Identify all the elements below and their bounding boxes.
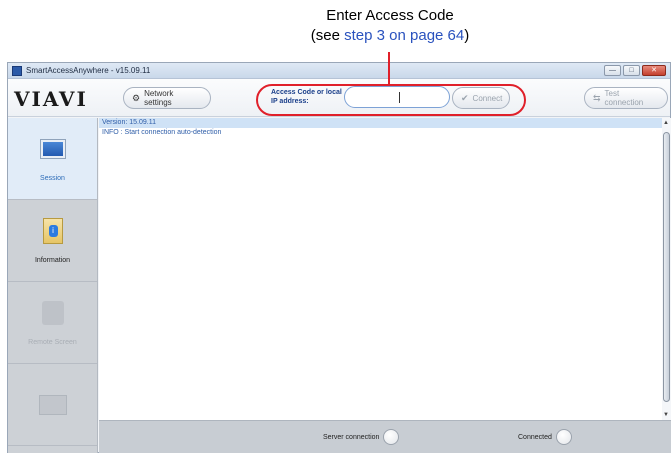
status-bar: Server connection Connected <box>99 420 671 453</box>
sidebar-item-session[interactable]: Session <box>8 118 97 200</box>
network-settings-button[interactable]: ⚙ Network settings <box>123 87 211 109</box>
annotation: Enter Access Code (see step 3 on page 64… <box>240 6 540 46</box>
sidebar-item-label: Remote Screen <box>28 339 77 346</box>
log-scrollbar[interactable]: ▲ ▼ <box>662 118 671 420</box>
close-button[interactable]: ✕ <box>642 65 666 76</box>
callout-highlight <box>256 84 526 116</box>
scroll-up-icon[interactable]: ▲ <box>663 120 669 126</box>
box-icon <box>38 391 67 419</box>
maximize-button[interactable]: □ <box>623 65 640 76</box>
sidebar-item-extra <box>8 364 97 446</box>
minimize-button[interactable]: — <box>604 65 621 76</box>
connected-indicator-icon <box>555 429 572 445</box>
network-test-icon: ⇆ <box>593 92 601 103</box>
info-icon: i <box>39 217 67 245</box>
app-icon <box>12 65 22 76</box>
log-panel: Version: 15.09.11 INFO : Start connectio… <box>99 118 662 420</box>
test-connection-label: Test connection <box>604 89 644 107</box>
sidebar-item-remote-screen: Remote Screen <box>8 282 97 364</box>
server-connection-status: Server connection <box>323 429 400 445</box>
annotation-suffix: ) <box>464 27 470 44</box>
log-line[interactable]: INFO : Start connection auto-detection <box>99 128 662 138</box>
window-controls: — □ ✕ <box>604 65 666 76</box>
connected-label: Connected <box>518 433 552 441</box>
gear-icon: ⚙ <box>132 92 141 103</box>
annotation-prefix: (see <box>310 27 345 44</box>
window-title: SmartAccessAnywhere - v15.09.11 <box>26 66 151 75</box>
test-connection-button[interactable]: ⇆ Test connection <box>584 87 668 109</box>
sidebar-item-label: Session <box>40 175 65 182</box>
sidebar: Session i Information Remote Screen <box>8 118 98 453</box>
annotation-title: Enter Access Code <box>326 7 454 24</box>
scroll-thumb[interactable] <box>663 132 670 402</box>
monitor-icon <box>39 135 67 163</box>
app-window: SmartAccessAnywhere - v15.09.11 — □ ✕ VI… <box>7 62 671 453</box>
server-connection-label: Server connection <box>323 433 380 441</box>
remote-screen-icon <box>39 299 67 327</box>
sidebar-item-label: Information <box>34 257 71 264</box>
viavi-logo: VIAVI <box>14 87 88 111</box>
annotation-reference: (see step 3 on page 64) <box>240 26 540 46</box>
network-settings-label: Network settings <box>144 89 174 107</box>
log-line[interactable]: Version: 15.09.11 <box>99 118 662 128</box>
connected-status: Connected <box>518 429 572 445</box>
server-connection-indicator-icon <box>383 429 400 445</box>
callout-line <box>388 52 390 86</box>
sidebar-item-information[interactable]: i Information <box>8 200 97 282</box>
title-bar: SmartAccessAnywhere - v15.09.11 — □ ✕ <box>8 63 670 79</box>
step-link[interactable]: step 3 on page 64 <box>344 27 464 44</box>
scroll-down-icon[interactable]: ▼ <box>663 412 669 418</box>
